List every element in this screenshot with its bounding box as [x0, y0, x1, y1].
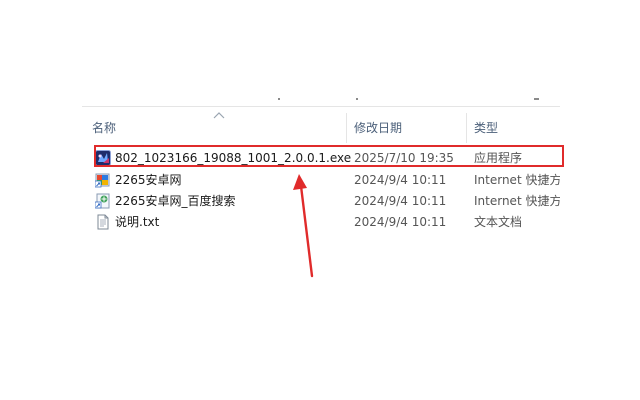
toolbar-remnant	[534, 98, 539, 100]
column-divider[interactable]	[466, 113, 467, 143]
file-date-modified: 2024/9/4 10:11	[354, 173, 447, 187]
column-header-type[interactable]: 类型	[474, 107, 498, 147]
file-type: Internet 快捷方	[474, 194, 560, 208]
sort-ascending-icon	[213, 112, 225, 119]
annotation-arrow-icon	[293, 174, 314, 278]
toolbar-remnant	[356, 98, 358, 100]
internet-shortcut-icon	[95, 193, 110, 209]
column-header-row: 名称 修改日期 类型	[82, 107, 560, 147]
file-name: 2265安卓网_百度搜索	[115, 194, 236, 208]
file-name: 说明.txt	[115, 215, 160, 229]
file-date-modified: 2024/9/4 10:11	[354, 215, 447, 229]
annotation-highlight-box	[94, 145, 564, 167]
column-divider[interactable]	[346, 113, 347, 143]
file-name: 2265安卓网	[115, 173, 182, 187]
file-type: Internet 快捷方	[474, 173, 560, 187]
explorer-window: 名称 修改日期 类型 802_1023166_19088_1001_2.0.0.…	[0, 0, 640, 400]
file-date-modified: 2024/9/4 10:11	[354, 194, 447, 208]
column-header-name[interactable]: 名称	[92, 107, 116, 147]
column-header-date-modified[interactable]: 修改日期	[354, 107, 402, 147]
text-document-icon	[97, 214, 109, 230]
toolbar-remnant	[278, 98, 280, 100]
internet-shortcut-icon	[95, 173, 110, 188]
file-type: 文本文档	[474, 215, 523, 229]
